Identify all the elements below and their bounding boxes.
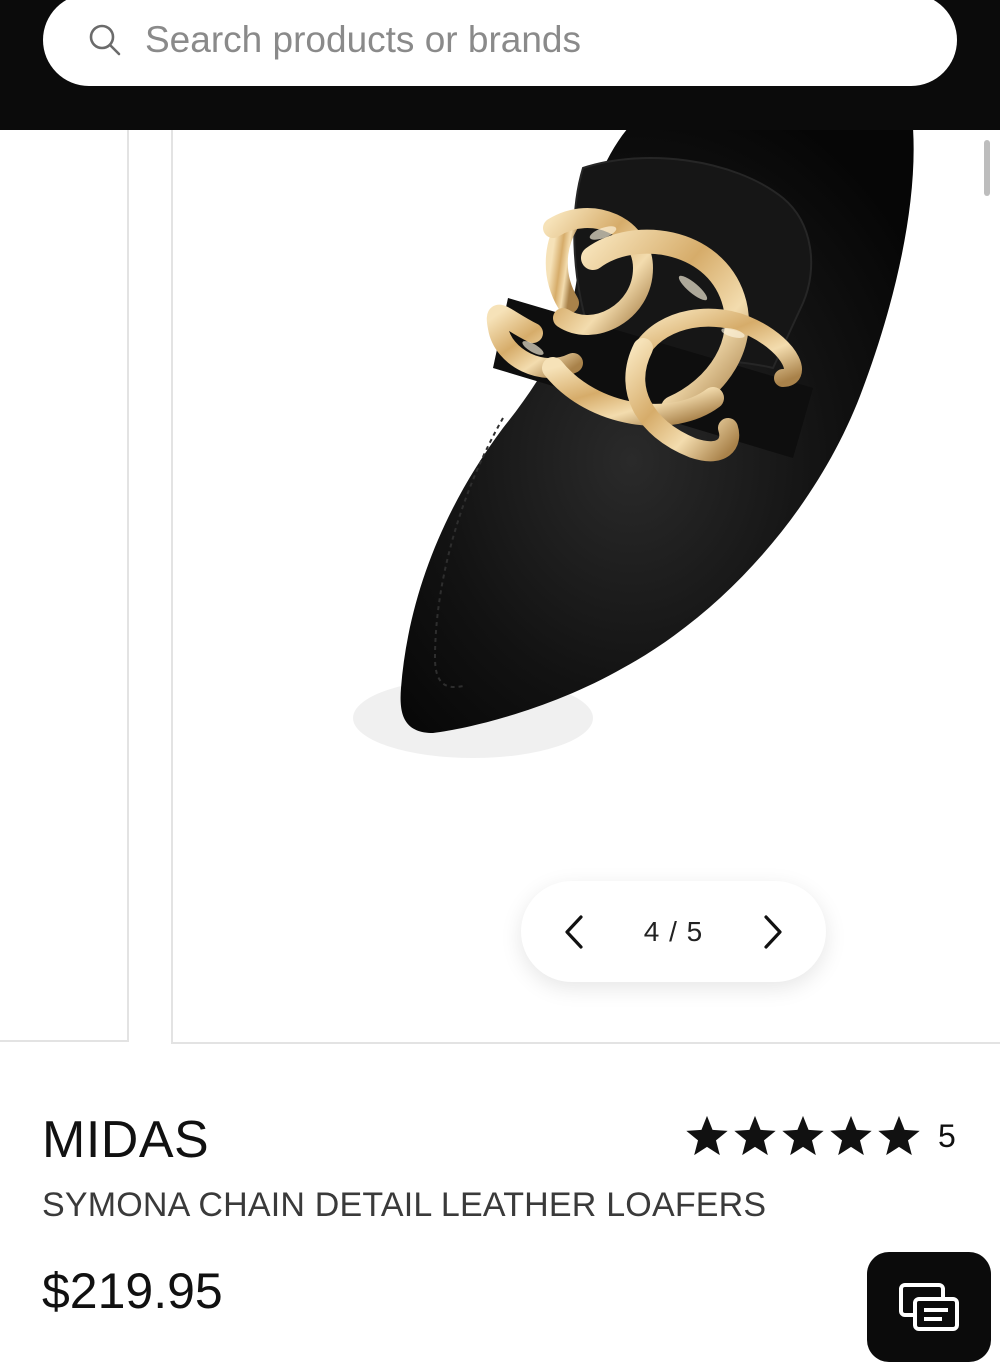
product-image-gallery[interactable]: S	[0, 130, 1000, 1046]
previous-image-panel[interactable]	[0, 130, 129, 1042]
image-counter: 4 / 5	[643, 915, 704, 947]
chat-icon	[898, 1282, 960, 1339]
product-image[interactable]: S	[171, 130, 1000, 1044]
star-icon	[686, 1115, 728, 1156]
review-count: 5	[938, 1117, 956, 1154]
chevron-left-icon[interactable]	[557, 912, 591, 952]
star-icon	[830, 1115, 872, 1156]
search-bar[interactable]	[43, 0, 957, 86]
product-rating[interactable]: 5	[684, 1114, 956, 1158]
chat-button[interactable]	[867, 1252, 991, 1362]
brand-name[interactable]: MIDAS	[42, 1110, 209, 1170]
search-input[interactable]	[145, 19, 905, 61]
top-header	[0, 0, 1000, 130]
chevron-right-icon[interactable]	[756, 912, 790, 952]
star-icon	[734, 1115, 776, 1156]
image-pager: 4 / 5	[521, 881, 826, 982]
product-price: $219.95	[42, 1263, 223, 1319]
star-icon	[878, 1115, 920, 1156]
scrollbar[interactable]	[984, 140, 990, 196]
product-title: SYMONA CHAIN DETAIL LEATHER LOAFERS	[42, 1186, 767, 1224]
search-icon	[87, 22, 123, 58]
star-icon	[782, 1115, 824, 1156]
rating-stars	[684, 1114, 924, 1158]
